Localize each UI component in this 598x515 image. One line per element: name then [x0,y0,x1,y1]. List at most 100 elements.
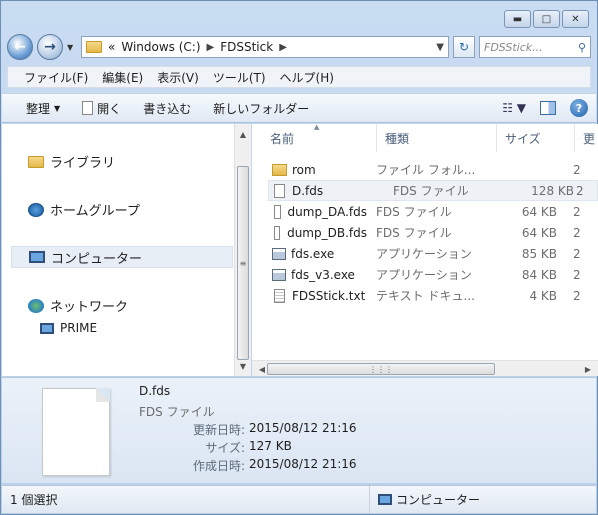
file-type: FDS ファイル [376,226,452,240]
breadcrumb-drive[interactable]: Windows (C:) [121,40,200,54]
network-icon [28,298,44,313]
sort-ascending-icon: ▲ [314,124,320,131]
application-icon [272,268,286,281]
organize-label: 整理 [26,101,51,116]
file-updated: 2 [573,267,581,282]
column-name[interactable]: ▲ 名前 [252,124,377,152]
new-folder-button[interactable]: 新しいフォルダー [213,100,309,117]
window-controls: ▬ □ ✕ [504,10,589,28]
menu-edit[interactable]: 編集(E) [102,69,143,86]
search-icon[interactable]: ⚲ [578,41,586,54]
write-button[interactable]: 書き込む [143,100,191,117]
maximize-icon[interactable]: □ [533,10,560,28]
new-folder-label: 新しいフォルダー [213,101,310,116]
file-name: D.fds [292,183,324,198]
table-row[interactable]: dump_DA.fds FDS ファイル 64 KB 2 [252,201,598,222]
breadcrumb-arrow-icon[interactable]: ▶ [207,42,215,53]
nav-label: ホームグループ [50,204,140,219]
recent-pages-dropdown[interactable]: ▼ [67,43,77,52]
help-icon[interactable]: ? [570,99,588,117]
nav-item-prime[interactable]: PRIME [40,321,97,335]
status-location-label: コンピューター [396,493,481,507]
document-icon [82,101,94,115]
scroll-thumb[interactable]: ≡ [237,166,249,360]
forward-button[interactable]: → [37,34,63,60]
column-label: 名前 [270,131,295,146]
libraries-icon [28,155,44,168]
details-created: 作成日時: 2015/08/12 21:16 [142,457,372,474]
file-size: 4 KB [529,288,557,303]
table-row[interactable]: fds_v3.exe アプリケーション 84 KB 2 [252,264,598,285]
file-name: fds.exe [291,246,335,261]
nav-item-computer[interactable]: コンピューター [11,246,233,268]
file-size: 64 KB [521,204,557,219]
file-type: テキスト ドキュ... [376,289,475,303]
refresh-button[interactable]: ↻ [453,36,475,58]
column-updated[interactable]: 更 [575,124,598,152]
details-file-name: D.fds [139,384,171,398]
file-name: FDSStick.txt [292,288,366,303]
file-list-hscrollbar[interactable]: ◀ ⋮⋮⋮ ▶ [252,360,598,376]
write-label: 書き込む [143,101,192,116]
menu-help[interactable]: ヘルプ(H) [280,69,334,86]
file-list: ▲ 名前 種類 サイズ 更 rom ファイル フォル... 2 D.fds FD… [252,124,598,360]
preview-pane-icon[interactable] [540,101,556,115]
file-updated: 2 [573,246,581,261]
table-row-selected[interactable]: D.fds FDS ファイル 128 KB 2 [268,180,598,201]
nav-label: ネットワーク [50,300,129,315]
nav-scrollbar[interactable]: ▲ ≡ ▼ [234,124,251,376]
column-size[interactable]: サイズ [497,124,575,152]
address-bar[interactable]: « Windows (C:) ▶ FDSStick ▶ ▼ [81,36,449,58]
menu-view[interactable]: 表示(V) [157,69,199,86]
details-file-type: FDS ファイル [139,405,215,419]
organize-button[interactable]: 整理 ▼ [26,100,60,117]
status-bar: 1 個選択 コンピューター [2,485,596,513]
scroll-down-icon[interactable]: ▼ [235,358,251,374]
search-input[interactable]: FDSStick... ⚲ [479,36,591,58]
column-header-row: ▲ 名前 種類 サイズ 更 [252,124,598,152]
file-updated: 2 [573,225,581,240]
table-row[interactable]: FDSStick.txt テキスト ドキュ... 4 KB 2 [252,285,598,306]
back-button[interactable]: ← [7,34,33,60]
address-dropdown-icon[interactable]: ▼ [436,42,444,53]
nav-item-libraries[interactable]: ライブラリ [28,152,115,171]
file-icon [274,225,281,240]
view-options-icon[interactable]: ☷ ▼ [502,101,526,115]
open-button[interactable]: 開く [82,100,121,117]
column-label: 更 [583,131,596,146]
scroll-thumb[interactable]: ⋮⋮⋮ [267,363,495,375]
chevron-down-icon: ▼ [54,103,61,113]
file-type: アプリケーション [376,268,472,282]
menu-tools[interactable]: ツール(T) [213,69,266,86]
column-type[interactable]: 種類 [377,124,497,152]
minimize-icon[interactable]: ▬ [504,10,531,28]
close-icon[interactable]: ✕ [562,10,589,28]
file-type: アプリケーション [376,247,472,261]
breadcrumb-arrow-icon[interactable]: ▶ [279,42,287,53]
details-value: 2015/08/12 21:16 [249,457,357,471]
details-pane: D.fds FDS ファイル 更新日時: 2015/08/12 21:16 サイ… [2,377,596,483]
nav-label: PRIME [60,321,98,335]
file-updated: 2 [573,162,581,177]
file-thumbnail [42,388,110,476]
file-type: FDS ファイル [393,184,469,198]
column-label: 種類 [385,131,410,146]
breadcrumb-folder[interactable]: FDSStick [220,40,273,54]
scroll-right-icon[interactable]: ▶ [580,361,596,377]
table-row[interactable]: dump_DB.fds FDS ファイル 64 KB 2 [252,222,598,243]
homegroup-icon [28,202,44,217]
nav-item-homegroup[interactable]: ホームグループ [28,200,140,219]
computer-icon [29,251,45,263]
table-row[interactable]: rom ファイル フォル... 2 [252,159,598,180]
address-chevrons[interactable]: « [108,40,115,54]
application-icon [272,247,286,260]
open-label: 開く [97,101,122,116]
menu-file[interactable]: ファイル(F) [24,69,88,86]
table-row[interactable]: fds.exe アプリケーション 85 KB 2 [252,243,598,264]
file-icon [274,204,281,219]
scroll-up-icon[interactable]: ▲ [235,126,251,142]
folder-icon [86,41,102,53]
file-name: rom [292,162,316,177]
file-name: dump_DA.fds [287,204,367,219]
nav-item-network[interactable]: ネットワーク [28,296,128,315]
